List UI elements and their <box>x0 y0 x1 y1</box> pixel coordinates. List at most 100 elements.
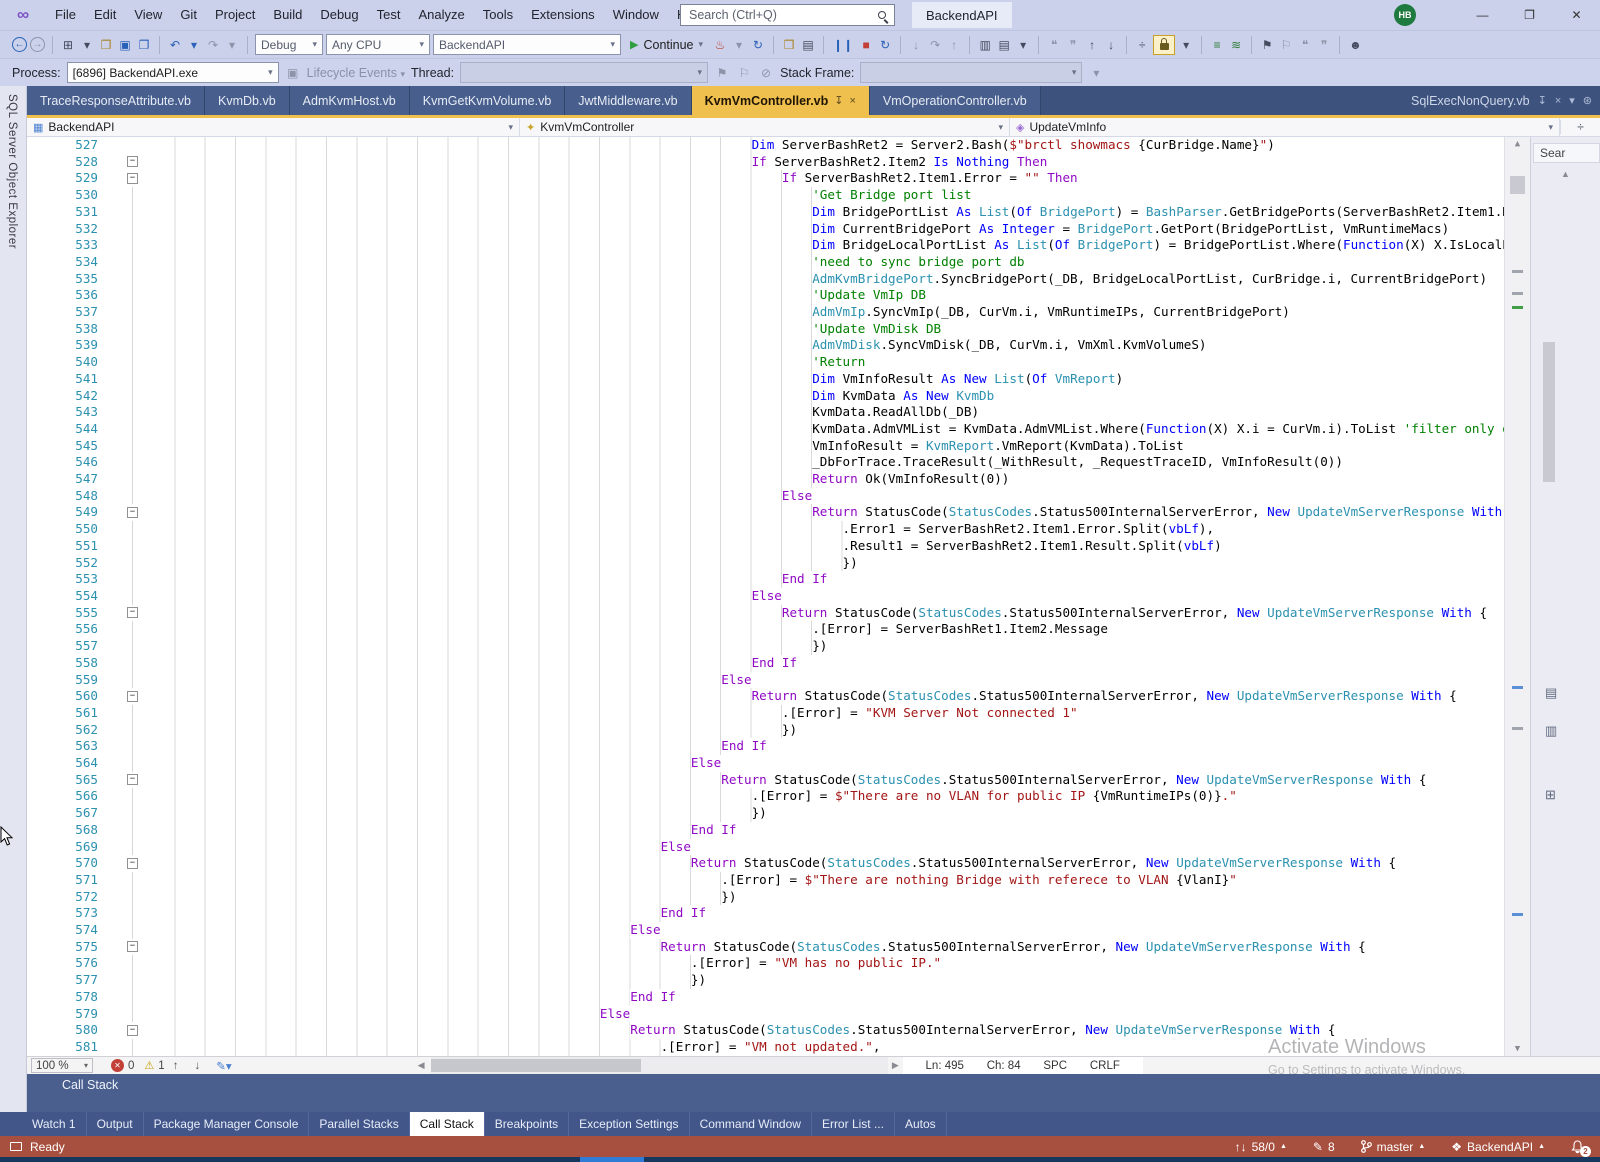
collapse-icon[interactable]: − <box>127 690 138 702</box>
folding-margin[interactable] <box>110 955 145 973</box>
sql-server-object-explorer-tab[interactable]: SQL Server Object Explorer <box>0 86 27 1112</box>
redo-icon[interactable]: ↷ <box>205 36 221 54</box>
folding-margin[interactable]: − <box>110 1022 145 1039</box>
next-issue-icon[interactable]: ↓ <box>194 1060 200 1072</box>
line-number[interactable]: 556 <box>27 621 110 638</box>
scroll-up-icon[interactable]: ▲ <box>1531 169 1600 179</box>
bookmark-icon[interactable]: ⚑ <box>1259 36 1275 54</box>
folding-margin[interactable] <box>110 320 145 338</box>
code-line[interactable]: 559 Else <box>27 671 1504 689</box>
line-number[interactable]: 569 <box>27 839 110 856</box>
folding-margin[interactable] <box>110 471 145 488</box>
collapse-icon[interactable]: − <box>127 857 138 869</box>
folding-margin[interactable] <box>110 871 145 889</box>
menu-edit[interactable]: Edit <box>85 0 125 30</box>
uncomment-icon[interactable]: ❞ <box>1316 36 1332 54</box>
navigate-up-icon[interactable]: ↑ <box>1084 36 1100 54</box>
unpushed-edits-indicator[interactable]: ✎ 8 <box>1313 1140 1335 1154</box>
code-line[interactable]: 546 _DbForTrace.TraceResult(_WithResult, … <box>27 454 1504 472</box>
tab-jwtmiddleware-vb[interactable]: JwtMiddleware.vb <box>565 86 692 115</box>
code-line[interactable]: 565− Return StatusCode(StatusCodes.Status… <box>27 771 1504 789</box>
pin-icon[interactable]: ↧ <box>834 94 843 107</box>
solution-platform-dropdown[interactable]: Any CPU ▾ <box>326 34 430 55</box>
folding-margin[interactable] <box>110 187 145 204</box>
menu-view[interactable]: View <box>125 0 171 30</box>
warning-count[interactable]: 1 <box>158 1060 164 1072</box>
folding-margin[interactable] <box>110 537 145 555</box>
code-line[interactable]: 576 .[Error] = "VM has no public IP." <box>27 955 1504 973</box>
code-line[interactable]: 533 Dim BridgeLocalPortList As List(Of Br… <box>27 237 1504 254</box>
folding-margin[interactable]: − <box>110 170 145 187</box>
open-folder-icon[interactable]: ❒ <box>98 36 114 54</box>
lock-icon[interactable] <box>1153 34 1176 55</box>
line-number[interactable]: 577 <box>27 972 110 989</box>
project-dropdown[interactable]: ▦ BackendAPI ▾ <box>27 118 520 136</box>
folding-margin[interactable] <box>110 654 145 672</box>
folding-margin[interactable] <box>110 704 145 722</box>
line-number[interactable]: 568 <box>27 822 110 839</box>
code-line[interactable]: 558 End If <box>27 654 1504 672</box>
line-number[interactable]: 560 <box>27 688 110 705</box>
collapse-regions-icon[interactable]: ÷ <box>1134 36 1150 54</box>
new-project-icon[interactable]: ⊞ <box>60 36 76 54</box>
line-number[interactable]: 534 <box>27 254 110 271</box>
refresh-app-icon[interactable]: ↻ <box>877 36 893 54</box>
code-line[interactable]: 538 'Update VmDisk DB <box>27 320 1504 338</box>
tab-admkvmhost-vb[interactable]: AdmKvmHost.vb <box>289 86 410 115</box>
collapse-icon[interactable]: − <box>127 156 138 168</box>
panel-tab-parallel-stacks[interactable]: Parallel Stacks <box>309 1112 410 1136</box>
line-number[interactable]: 561 <box>27 705 110 722</box>
redo-caret-icon[interactable]: ▾ <box>224 36 240 54</box>
new-item-caret-icon[interactable]: ▾ <box>79 36 95 54</box>
code-line[interactable]: 571 .[Error] = $"There are nothing Bridge… <box>27 871 1504 889</box>
line-number[interactable]: 581 <box>27 1039 110 1056</box>
code-line[interactable]: 555− Return StatusCode(StatusCodes.Status… <box>27 604 1504 622</box>
folding-margin[interactable] <box>110 838 145 856</box>
step-out-icon[interactable]: ↑ <box>946 36 962 54</box>
code-line[interactable]: 529− If ServerBashRet2.Item1.Error = "" T… <box>27 170 1504 188</box>
member-dropdown[interactable]: ◈ UpdateVmInfo ▾ <box>1010 118 1560 136</box>
code-line[interactable]: 573 End If <box>27 905 1504 923</box>
folding-margin[interactable] <box>110 287 145 305</box>
line-number[interactable]: 572 <box>27 889 110 906</box>
search-tool-window-stub[interactable]: Sear ▲ ▤ ▥ ⊞ <box>1530 137 1600 1056</box>
line-number[interactable]: 548 <box>27 488 110 505</box>
grid-icon[interactable]: ⊞ <box>1545 787 1556 803</box>
folding-margin[interactable] <box>110 988 145 1006</box>
undo-caret-icon[interactable]: ▾ <box>186 36 202 54</box>
code-line[interactable]: 570− Return StatusCode(StatusCodes.Status… <box>27 855 1504 872</box>
panel-tab-autos[interactable]: Autos <box>895 1112 947 1136</box>
line-number[interactable]: 529 <box>27 170 110 187</box>
code-line[interactable]: 551 .Result1 = ServerBashRet2.Item1.Resul… <box>27 537 1504 555</box>
scrollbar-thumb[interactable] <box>1510 176 1525 194</box>
line-number[interactable]: 545 <box>27 438 110 455</box>
line-number[interactable]: 570 <box>27 855 110 872</box>
windows-list-icon[interactable]: ▤ <box>996 36 1012 54</box>
tab-kvmvmcontroller-vb[interactable]: KvmVmController.vb ↧ × <box>691 86 870 115</box>
toolbar-options-icon[interactable]: ▾ <box>1088 64 1104 82</box>
code-line[interactable]: 543 KvmData.ReadAllDb(_DB) <box>27 404 1504 421</box>
panel-tab-exception-settings[interactable]: Exception Settings <box>569 1112 690 1136</box>
panel-tab-command-window[interactable]: Command Window <box>690 1112 812 1136</box>
folding-margin[interactable] <box>110 1005 145 1023</box>
code-line[interactable]: 528− If ServerBashRet2.Item2 Is Nothing T… <box>27 153 1504 171</box>
line-number[interactable]: 558 <box>27 655 110 672</box>
lifecycle-events-button[interactable]: Lifecycle Events ▾ <box>307 66 405 80</box>
code-line[interactable]: 553 End If <box>27 571 1504 588</box>
folding-margin[interactable] <box>110 487 145 505</box>
step-into-icon[interactable]: ↓ <box>908 36 924 54</box>
line-number[interactable]: 565 <box>27 772 110 789</box>
error-count[interactable]: 0 <box>128 1060 134 1072</box>
format-selection-icon[interactable]: ≋ <box>1228 36 1244 54</box>
panel-tab-output[interactable]: Output <box>87 1112 144 1136</box>
next-comment-icon[interactable]: ❞ <box>1065 36 1081 54</box>
folding-margin[interactable] <box>110 237 145 254</box>
folding-margin[interactable] <box>110 571 145 588</box>
scrollbar-thumb[interactable] <box>1543 342 1555 482</box>
continue-button[interactable]: ▶ Continue ▾ <box>624 38 709 52</box>
panel-icon[interactable]: ▥ <box>1545 723 1557 739</box>
restore-button[interactable]: ❐ <box>1506 0 1553 30</box>
line-number[interactable]: 544 <box>27 421 110 438</box>
folding-margin[interactable]: − <box>110 772 145 789</box>
code-line[interactable]: 532 Dim CurrentBridgePort As Integer = Br… <box>27 220 1504 238</box>
